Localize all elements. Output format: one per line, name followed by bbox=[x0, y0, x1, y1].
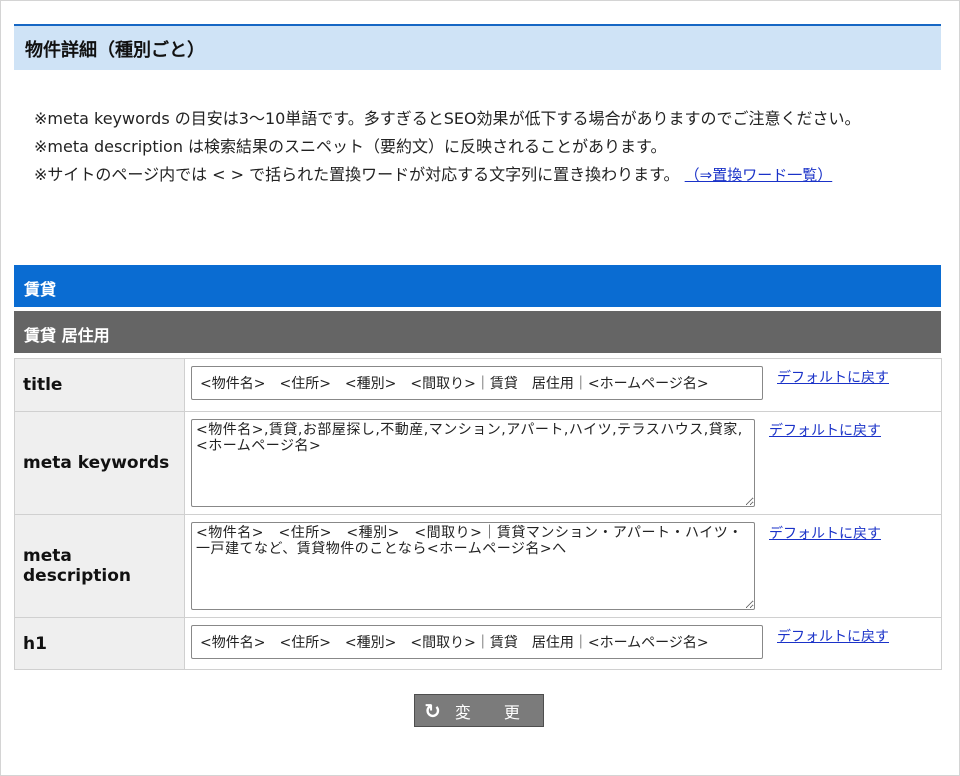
category-bar: 賃貸 bbox=[14, 265, 941, 307]
section-title: 物件詳細（種別ごと） bbox=[14, 24, 941, 70]
table-row-h1: h1 デフォルトに戻す bbox=[14, 617, 942, 670]
meta-settings-table: title デフォルトに戻す meta keywords <物件名>,賃貸,お部… bbox=[14, 358, 942, 670]
meta-description-textarea[interactable]: <物件名> <住所> <種別> <間取り>｜賃貸マンション・アパート・ハイツ・一… bbox=[191, 522, 755, 610]
table-row-meta-keywords: meta keywords <物件名>,賃貸,お部屋探し,不動産,マンション,ア… bbox=[14, 411, 942, 515]
reset-default-link-h1[interactable]: デフォルトに戻す bbox=[777, 626, 889, 646]
h1-input[interactable] bbox=[191, 625, 763, 659]
page: 物件詳細（種別ごと） ※meta keywords の目安は3～10単語です。多… bbox=[1, 1, 959, 775]
row-label-meta-keywords: meta keywords bbox=[14, 411, 185, 515]
row-field-meta-description: <物件名> <住所> <種別> <間取り>｜賃貸マンション・アパート・ハイツ・一… bbox=[184, 514, 942, 618]
subcategory-bar: 賃貸 居住用 bbox=[14, 311, 941, 353]
table-row-title: title デフォルトに戻す bbox=[14, 358, 942, 412]
table-row-meta-description: meta description <物件名> <住所> <種別> <間取り>｜賃… bbox=[14, 514, 942, 618]
meta-keywords-textarea[interactable]: <物件名>,賃貸,お部屋探し,不動産,マンション,アパート,ハイツ,テラスハウス… bbox=[191, 419, 755, 507]
row-field-title: デフォルトに戻す bbox=[184, 358, 942, 412]
update-button[interactable]: ↻ 変 更 bbox=[414, 694, 544, 727]
row-label-h1: h1 bbox=[14, 617, 185, 670]
reset-default-link-meta-description[interactable]: デフォルトに戻す bbox=[769, 523, 881, 543]
row-field-h1: デフォルトに戻す bbox=[184, 617, 942, 670]
note-description: ※meta description は検索結果のスニペット（要約文）に反映される… bbox=[34, 137, 667, 156]
note-replacement: ※サイトのページ内では < > で括られた置換ワードが対応する文字列に置き換わり… bbox=[14, 161, 942, 189]
row-label-title: title bbox=[14, 358, 185, 412]
reset-default-link-meta-keywords[interactable]: デフォルトに戻す bbox=[769, 420, 881, 440]
update-button-label: 変 更 bbox=[454, 702, 534, 722]
note-replacement-text: ※サイトのページ内では < > で括られた置換ワードが対応する文字列に置き換わり… bbox=[34, 165, 680, 184]
replacement-words-link[interactable]: （⇒置換ワード一覧） bbox=[685, 166, 833, 184]
note-keywords: ※meta keywords の目安は3～10単語です。多すぎるとSEO効果が低… bbox=[34, 109, 861, 128]
reset-default-link-title[interactable]: デフォルトに戻す bbox=[777, 367, 889, 387]
title-input[interactable] bbox=[191, 366, 763, 400]
refresh-icon: ↻ bbox=[424, 698, 441, 723]
notes: ※meta keywords の目安は3～10単語です。多すぎるとSEO効果が低… bbox=[14, 105, 942, 189]
row-field-meta-keywords: <物件名>,賃貸,お部屋探し,不動産,マンション,アパート,ハイツ,テラスハウス… bbox=[184, 411, 942, 515]
row-label-meta-description: meta description bbox=[14, 514, 185, 618]
